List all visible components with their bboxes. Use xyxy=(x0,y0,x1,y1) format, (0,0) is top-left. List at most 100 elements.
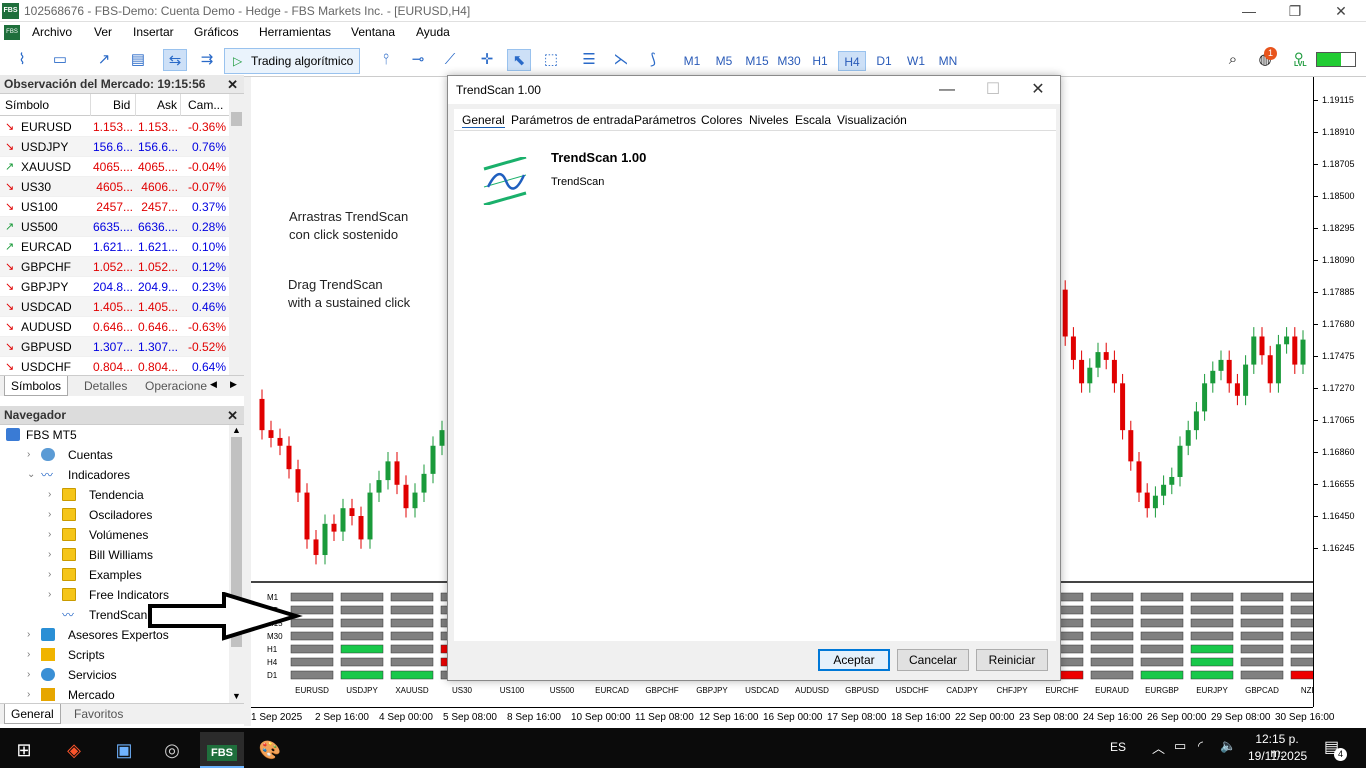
tf-m15[interactable]: M15 xyxy=(742,51,772,71)
menu-ventana[interactable]: Ventana xyxy=(351,25,395,39)
paint-icon[interactable]: 🎨 xyxy=(248,732,292,768)
menu-ayuda[interactable]: Ayuda xyxy=(416,25,450,39)
dialog-tab-levels[interactable]: Niveles xyxy=(749,113,788,127)
navigator-item[interactable]: › Servicios xyxy=(27,665,223,685)
algo-trading-button[interactable]: ▷ Trading algorítmico xyxy=(224,48,360,74)
language-indicator[interactable]: ES xyxy=(1110,740,1126,754)
dialog-tab-visualization[interactable]: Visualización xyxy=(837,113,907,127)
tab-details[interactable]: Detalles xyxy=(78,376,133,396)
dialog-minimize-button[interactable]: — xyxy=(924,76,970,104)
profiles-icon[interactable]: ▤ xyxy=(126,49,150,71)
dialog-tab-parameters[interactable]: Parámetros xyxy=(634,113,696,127)
price-axis[interactable]: 1.19115 1.18910 1.18705 1.18500 1.18295 1.180… xyxy=(1313,77,1366,707)
clock-date[interactable]: 19/11/2025 xyxy=(1248,749,1307,763)
market-watch-row[interactable]: ↘ EURUSD 1.153... 1.153... -0.36% xyxy=(0,117,229,137)
tf-w1[interactable]: W1 xyxy=(902,51,930,71)
market-watch-row[interactable]: ↘ GBPUSD 1.307... 1.307... -0.52% xyxy=(0,337,229,357)
navigator-item[interactable]: › Cuentas xyxy=(27,445,223,465)
dialog-titlebar[interactable]: TrendScan 1.00 — ☐ ✕ xyxy=(448,76,1060,104)
navigator-item[interactable]: ⌄ 〰 Indicadores xyxy=(27,465,223,485)
expand-chevron-icon[interactable]: › xyxy=(48,545,51,565)
tray-chevron-icon[interactable]: ︿ xyxy=(1152,738,1165,757)
crosshair-icon[interactable]: ✛ xyxy=(475,49,499,71)
market-watch-close-button[interactable]: ✕ xyxy=(227,75,238,94)
tab-scroll-left-icon[interactable]: ◀ xyxy=(210,379,217,390)
zoom-frame-icon[interactable]: ⬚ xyxy=(539,49,563,71)
expand-chevron-icon[interactable]: ⌄ xyxy=(27,465,35,485)
date-axis[interactable]: 1 Sep 2025 2 Sep 16:00 4 Sep 00:00 5 Sep 08… xyxy=(251,707,1335,727)
navigator-item[interactable]: › Volúmenes xyxy=(48,525,223,545)
channels-icon[interactable]: ☰ xyxy=(577,49,601,71)
expand-chevron-icon[interactable]: › xyxy=(48,505,51,525)
market-watch-row[interactable]: ↗ XAUUSD 4065.... 4065.... -0.04% xyxy=(0,157,229,177)
navigator-item[interactable]: › Osciladores xyxy=(48,505,223,525)
market-watch-row[interactable]: ↘ USDCHF 0.804... 0.804... 0.64% xyxy=(0,357,229,377)
obs-icon[interactable]: ◎ xyxy=(150,732,194,768)
tab-scroll-right-icon[interactable]: ▶ xyxy=(230,379,237,390)
market-watch-row[interactable]: ↗ EURCAD 1.621... 1.621... 0.10% xyxy=(0,237,229,257)
market-watch-row[interactable]: ↘ USDJPY 156.6... 156.6... 0.76% xyxy=(0,137,229,157)
market-watch-row[interactable]: ↗ US500 6635.... 6636.... 0.28% xyxy=(0,217,229,237)
doc-icon[interactable]: FBS xyxy=(4,25,20,40)
dialog-close-button[interactable]: ✕ xyxy=(1015,76,1061,104)
wifi-icon[interactable]: ◜ xyxy=(1198,738,1203,754)
menu-graficos[interactable]: Gráficos xyxy=(194,25,239,39)
market-watch-row[interactable]: ↘ AUDUSD 0.646... 0.646... -0.63% xyxy=(0,317,229,337)
expand-chevron-icon[interactable]: › xyxy=(27,645,30,665)
navigator-item[interactable]: › Tendencia xyxy=(48,485,223,505)
col-bid[interactable]: Bid xyxy=(113,94,130,116)
elliott-icon[interactable]: ⟆ xyxy=(641,49,665,71)
market-watch-scrollbar[interactable] xyxy=(229,94,244,375)
tf-m30[interactable]: M30 xyxy=(774,51,804,71)
horizontal-line-icon[interactable]: ⊸ xyxy=(406,49,430,71)
menu-herramientas[interactable]: Herramientas xyxy=(259,25,331,39)
app-icon[interactable]: ▣ xyxy=(102,732,146,768)
navigator-item[interactable]: › Bill Williams xyxy=(48,545,223,565)
expand-chevron-icon[interactable]: › xyxy=(27,445,30,465)
expand-chevron-icon[interactable]: › xyxy=(48,525,51,545)
maximize-button[interactable]: ❐ xyxy=(1272,0,1318,22)
one-click-trading-icon[interactable]: ⇆ xyxy=(163,49,187,71)
tf-h1[interactable]: H1 xyxy=(806,51,834,71)
minimize-button[interactable]: — xyxy=(1226,0,1272,22)
tab-trading[interactable]: Operacione xyxy=(139,376,213,396)
reset-button[interactable]: Reiniciar xyxy=(976,649,1048,671)
ok-button[interactable]: Aceptar xyxy=(818,649,890,671)
tf-mn[interactable]: MN xyxy=(934,51,962,71)
navigator-close-button[interactable]: ✕ xyxy=(227,406,238,425)
dialog-tab-general[interactable]: General xyxy=(462,113,505,128)
dialog-tab-inputs[interactable]: Parámetros de entrada xyxy=(511,113,634,127)
navigator-scrollbar[interactable]: ▲ ▼ xyxy=(229,425,244,703)
market-watch-row[interactable]: ↘ GBPJPY 204.8... 204.9... 0.23% xyxy=(0,277,229,297)
tab-symbols[interactable]: Símbolos xyxy=(4,376,69,396)
dialog-tab-colors[interactable]: Colores xyxy=(701,113,742,127)
menu-archivo[interactable]: Archivo xyxy=(32,25,72,39)
chart-type-icon[interactable]: ⌇ xyxy=(10,49,34,71)
fbs-taskbar-icon[interactable]: FBS xyxy=(200,732,244,768)
battery-icon[interactable]: ▭ xyxy=(1174,738,1186,754)
cursor-icon[interactable]: ⬉ xyxy=(507,49,531,71)
trendline-icon[interactable]: ⟋ xyxy=(438,49,462,71)
tab-general[interactable]: General xyxy=(4,704,61,724)
market-watch-row[interactable]: ↘ USDCAD 1.405... 1.405... 0.46% xyxy=(0,297,229,317)
brave-icon[interactable]: ◈ xyxy=(52,732,96,768)
close-button[interactable]: ✕ xyxy=(1318,0,1364,22)
market-watch-row[interactable]: ↘ US100 2457... 2457... 0.37% xyxy=(0,197,229,217)
tf-h4[interactable]: H4 xyxy=(838,51,866,71)
expand-chevron-icon[interactable]: › xyxy=(27,685,30,703)
tab-favorites[interactable]: Favoritos xyxy=(68,704,129,724)
navigator-item[interactable]: › Examples xyxy=(48,565,223,585)
tf-m1[interactable]: M1 xyxy=(678,51,706,71)
volume-icon[interactable]: 🔈 xyxy=(1220,738,1236,754)
expand-chevron-icon[interactable]: › xyxy=(48,585,51,605)
col-change[interactable]: Cam... xyxy=(188,94,223,116)
expand-chevron-icon[interactable]: › xyxy=(48,485,51,505)
depth-of-market-icon[interactable]: ⇉ xyxy=(195,49,219,71)
menu-ver[interactable]: Ver xyxy=(94,25,112,39)
col-ask[interactable]: Ask xyxy=(157,94,177,116)
vertical-line-icon[interactable]: ⫯ xyxy=(374,49,398,71)
tf-m5[interactable]: M5 xyxy=(710,51,738,71)
col-symbol[interactable]: Símbolo xyxy=(5,94,49,116)
start-icon[interactable]: ⊞ xyxy=(2,732,46,768)
dialog-tab-scale[interactable]: Escala xyxy=(795,113,831,127)
